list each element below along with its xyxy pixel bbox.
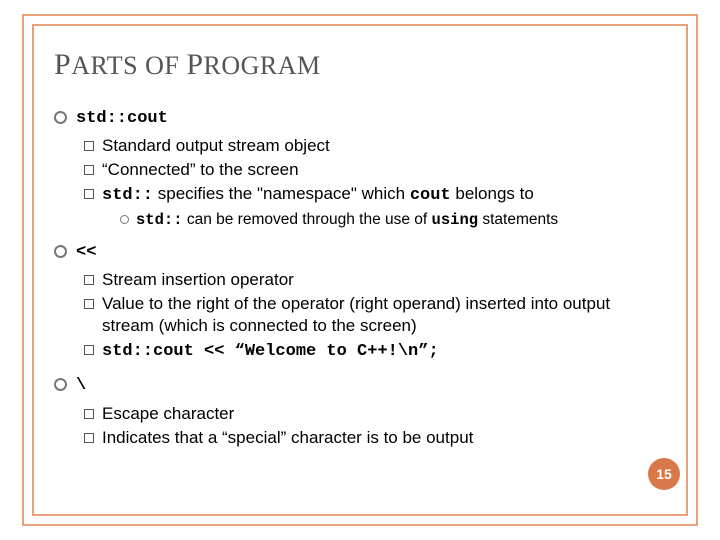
- list-item: Escape character: [84, 403, 640, 425]
- list-item: std:: specifies the "namespace" which co…: [84, 183, 640, 229]
- bullet-list: std::cout Standard output stream object …: [54, 106, 640, 449]
- page-number-badge: 15: [648, 458, 680, 490]
- list-item: Value to the right of the operator (righ…: [84, 293, 640, 337]
- topic-head: <<: [76, 243, 96, 262]
- list-item: std:: can be removed through the use of …: [120, 210, 640, 230]
- topic-head: \: [76, 376, 86, 395]
- list-item: “Connected” to the screen: [84, 159, 640, 181]
- list-item: Standard output stream object: [84, 135, 640, 157]
- slide: PARTS OF PROGRAM std::cout Standard outp…: [0, 0, 720, 540]
- topic-insertion: << Stream insertion operator Value to th…: [54, 240, 640, 364]
- topic-escape: \ Escape character Indicates that a “spe…: [54, 373, 640, 448]
- slide-title: PARTS OF PROGRAM: [54, 48, 640, 82]
- list-item: Indicates that a “special” character is …: [84, 427, 640, 449]
- slide-content: PARTS OF PROGRAM std::cout Standard outp…: [54, 48, 640, 500]
- page-number: 15: [656, 466, 672, 482]
- topic-head: std::cout: [76, 109, 168, 128]
- list-item: std::cout << “Welcome to C++!\n”;: [84, 339, 640, 363]
- list-item: Stream insertion operator: [84, 269, 640, 291]
- topic-cout: std::cout Standard output stream object …: [54, 106, 640, 230]
